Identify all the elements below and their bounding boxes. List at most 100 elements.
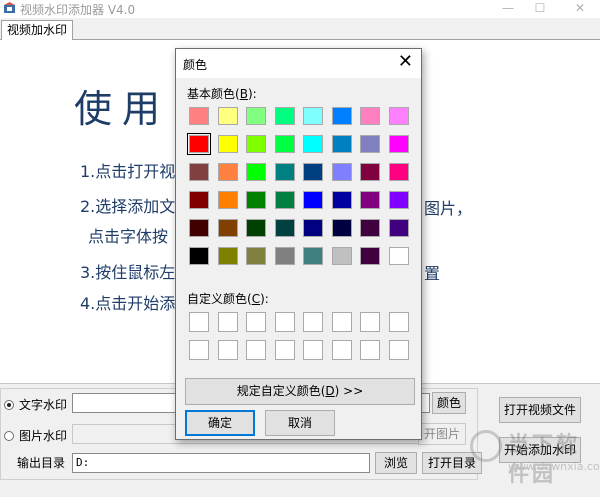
step-1: 1.点击打开视 (80, 162, 176, 181)
basic-color-swatch[interactable] (303, 247, 323, 265)
basic-color-swatch[interactable] (388, 191, 409, 209)
custom-color-swatch[interactable] (388, 312, 409, 332)
basic-color-swatch[interactable] (388, 219, 409, 237)
radio-unchecked-icon (4, 431, 14, 441)
basic-color-swatch[interactable] (360, 135, 380, 153)
step-2-cont: 点击字体按 (88, 227, 169, 246)
custom-color-swatch[interactable] (189, 312, 209, 332)
step-3-tail: 置 (424, 264, 441, 283)
basic-color-swatch[interactable] (217, 191, 238, 209)
page-heading: 使用 (74, 87, 171, 131)
custom-color-swatch[interactable] (217, 312, 238, 332)
cancel-button[interactable]: 取消 (265, 410, 335, 436)
basic-color-swatch[interactable] (331, 247, 352, 265)
basic-color-swatch[interactable] (246, 107, 266, 125)
title-bar: 视频水印添加器 V4.0 — ☐ ✕ (0, 0, 600, 18)
custom-color-swatch[interactable] (217, 340, 238, 360)
custom-color-swatch[interactable] (331, 340, 352, 360)
basic-color-swatch[interactable] (360, 107, 380, 125)
basic-color-swatch[interactable] (388, 107, 409, 125)
basic-color-swatch[interactable] (360, 219, 380, 237)
image-watermark-radio[interactable]: 图片水印 (4, 427, 67, 444)
basic-color-swatch[interactable] (388, 135, 409, 153)
custom-color-swatch[interactable] (189, 340, 209, 360)
basic-color-swatch[interactable] (388, 163, 409, 181)
basic-color-swatch[interactable] (388, 247, 409, 265)
step-4: 4.点击开始添 (80, 294, 176, 313)
basic-color-swatch[interactable] (246, 191, 266, 209)
step-3: 3.按住鼠标左 (80, 263, 176, 282)
basic-color-swatch[interactable] (189, 107, 209, 125)
basic-color-swatch[interactable] (274, 163, 295, 181)
custom-color-swatch[interactable] (246, 340, 266, 360)
custom-color-swatch[interactable] (303, 312, 323, 332)
basic-color-swatch[interactable] (187, 133, 211, 155)
basic-color-swatch[interactable] (189, 163, 209, 181)
basic-color-swatch[interactable] (303, 163, 323, 181)
basic-color-swatch[interactable] (274, 247, 295, 265)
output-dir-label: 输出目录 (17, 456, 66, 470)
basic-color-swatch[interactable] (189, 191, 209, 209)
basic-color-swatch[interactable] (360, 191, 380, 209)
ok-button[interactable]: 确定 (185, 410, 255, 436)
basic-color-swatch[interactable] (274, 135, 295, 153)
basic-color-swatch[interactable] (303, 135, 323, 153)
color-button[interactable]: 颜色 (432, 392, 466, 414)
basic-color-swatch[interactable] (217, 107, 238, 125)
image-watermark-label: 图片水印 (19, 429, 68, 443)
basic-color-swatch[interactable] (303, 219, 323, 237)
tab-strip: 视频加水印 (0, 18, 600, 41)
basic-color-swatch[interactable] (274, 219, 295, 237)
maximize-button[interactable]: ☐ (526, 0, 554, 18)
custom-color-swatch[interactable] (360, 340, 380, 360)
basic-color-swatch[interactable] (360, 163, 380, 181)
site-watermark-text: 当下软件园 (508, 432, 580, 486)
define-custom-colors-button[interactable]: 规定自定义颜色(D) >> (185, 378, 415, 405)
site-logo-icon (470, 430, 502, 462)
basic-color-swatch[interactable] (217, 135, 238, 153)
open-image-button[interactable]: 开图片 (418, 423, 466, 445)
text-watermark-radio[interactable]: 文字水印 (4, 396, 67, 413)
dialog-title: 颜色 (183, 58, 208, 72)
basic-color-swatch[interactable] (331, 135, 352, 153)
basic-color-swatch[interactable] (246, 163, 266, 181)
custom-color-swatch[interactable] (274, 340, 295, 360)
basic-color-swatch[interactable] (303, 107, 323, 125)
basic-color-swatch[interactable] (360, 247, 380, 265)
output-dir-input[interactable]: D: (72, 453, 370, 473)
step-2-tail: 图片， (424, 199, 473, 218)
basic-color-swatch[interactable] (331, 107, 352, 125)
basic-color-swatch[interactable] (274, 191, 295, 209)
basic-color-swatch[interactable] (189, 219, 209, 237)
basic-color-swatch[interactable] (246, 219, 266, 237)
basic-color-swatch[interactable] (189, 247, 209, 265)
custom-color-swatch[interactable] (274, 312, 295, 332)
basic-color-swatch[interactable] (217, 163, 238, 181)
custom-color-swatch[interactable] (360, 312, 380, 332)
basic-colors-label: 基本颜色(B): (187, 87, 257, 101)
close-icon[interactable]: ✕ (398, 52, 413, 72)
close-button[interactable]: ✕ (566, 0, 594, 18)
tab-video-watermark[interactable]: 视频加水印 (1, 20, 74, 41)
open-video-button[interactable]: 打开视频文件 (499, 397, 581, 423)
basic-color-swatch[interactable] (274, 107, 295, 125)
custom-color-swatch[interactable] (303, 340, 323, 360)
basic-color-swatch[interactable] (246, 135, 266, 153)
radio-checked-icon (4, 400, 14, 410)
app-icon (4, 2, 15, 13)
custom-color-swatch[interactable] (388, 340, 409, 360)
browse-button[interactable]: 浏览 (375, 452, 417, 474)
basic-color-swatch[interactable] (303, 191, 323, 209)
basic-color-swatch[interactable] (217, 219, 238, 237)
basic-color-swatch[interactable] (331, 191, 352, 209)
basic-color-swatch[interactable] (331, 219, 352, 237)
basic-color-swatch[interactable] (331, 163, 352, 181)
text-watermark-label: 文字水印 (19, 398, 68, 412)
site-watermark-url: www.downxia.com (508, 460, 600, 473)
basic-color-swatch[interactable] (217, 247, 238, 265)
basic-color-swatch[interactable] (246, 247, 266, 265)
custom-color-swatch[interactable] (246, 312, 266, 332)
dialog-title-bar: 颜色 ✕ (176, 49, 421, 78)
custom-color-swatch[interactable] (331, 312, 352, 332)
minimize-button[interactable]: — (494, 0, 522, 18)
